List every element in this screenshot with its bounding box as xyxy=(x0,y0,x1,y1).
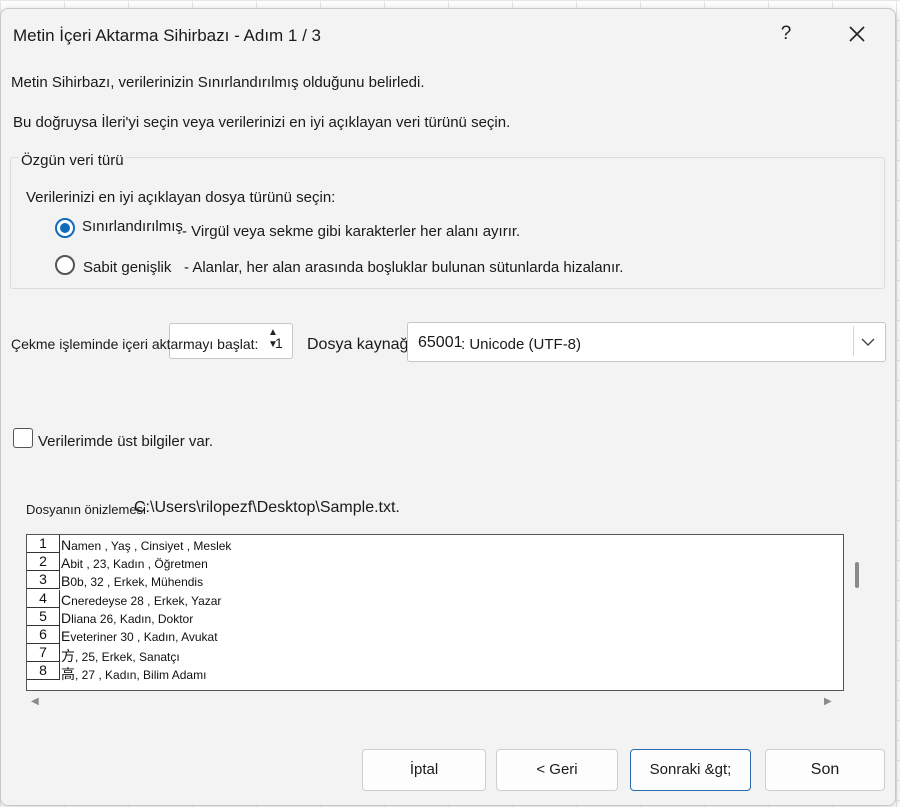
row-lead-char: E xyxy=(61,628,71,644)
scroll-left-icon[interactable]: ◀ xyxy=(31,696,39,707)
row-text: Namen , Yaş , Cinsiyet , Meslek xyxy=(61,537,231,553)
start-row-label: Çekme işleminde içeri aktarmayı başlat: xyxy=(11,336,259,352)
row-text: Eveteriner 30 , Kadın, Avukat xyxy=(61,628,218,644)
row-rest-text: , 27 , Kadın, Bilim Adamı xyxy=(75,668,207,683)
headers-checkbox[interactable] xyxy=(13,428,33,448)
row-lead-char: C xyxy=(61,591,72,608)
row-lead-char: A xyxy=(61,555,71,572)
row-number: 5 xyxy=(27,607,60,626)
row-rest-text: liana 26, Kadın, Doktor xyxy=(71,611,194,626)
file-type-prompt: Verilerinizi en iyi açıklayan dosya türü… xyxy=(26,189,336,206)
row-number: 7 xyxy=(27,644,60,663)
text-import-wizard-dialog: Metin İçeri Aktarma Sihirbazı - Adım 1 /… xyxy=(0,8,896,806)
intro-line-1: Metin Sihirbazı, verilerinizin Sınırland… xyxy=(11,74,425,91)
fixed-width-label[interactable]: Sabit genişlik xyxy=(83,259,171,276)
preview-row: 6 Eveteriner 30 , Kadın, Avukat xyxy=(27,626,843,644)
preview-row: 7 方, 25, Erkek, Sanatçı xyxy=(27,644,843,664)
intro-line-2: Bu doğruysa İleri'yi seçin veya verileri… xyxy=(13,114,511,131)
row-rest-text: 0b, 32 , Erkek, Mühendis xyxy=(70,575,204,590)
preview-row: 8 高, 27 , Kadın, Bilim Adamı xyxy=(27,662,843,682)
select-divider xyxy=(853,326,854,356)
dialog-title: Metin İçeri Aktarma Sihirbazı - Adım 1 /… xyxy=(13,26,322,45)
row-text: Abit , 23, Kadın , Öğretmen xyxy=(61,555,208,571)
close-icon xyxy=(849,26,865,42)
row-rest-text: veteriner 30 , Kadın, Avukat xyxy=(70,630,218,644)
row-text: Dliana 26, Kadın, Doktor xyxy=(61,610,193,626)
delimited-description: - Virgül veya sekme gibi karakterler her… xyxy=(182,223,521,240)
row-text: 高, 27 , Kadın, Bilim Adamı xyxy=(61,664,206,684)
row-number: 1 xyxy=(27,535,60,553)
row-number: 6 xyxy=(27,626,60,644)
row-lead-char: N xyxy=(61,537,72,553)
preview-row: 2 Abit , 23, Kadın , Öğretmen xyxy=(27,553,843,572)
row-rest-text: amen , Yaş , Cinsiyet , Meslek xyxy=(71,539,232,553)
row-number: 8 xyxy=(27,662,60,681)
row-rest-text: bit , 23, Kadın , Öğretmen xyxy=(70,557,208,572)
cancel-button[interactable]: İptal xyxy=(362,749,486,791)
title-bar: Metin İçeri Aktarma Sihirbazı - Adım 1 /… xyxy=(1,9,895,59)
scroll-right-icon[interactable]: ▶ xyxy=(824,696,832,707)
spin-up-icon[interactable]: ▲ xyxy=(263,327,283,339)
preview-row: 4 Cneredeyse 28 , Erkek, Yazar xyxy=(27,589,843,608)
row-text: Cneredeyse 28 , Erkek, Yazar xyxy=(61,592,221,608)
headers-checkbox-label[interactable]: Verilerimde üst bilgiler var. xyxy=(38,433,213,450)
file-origin-value: : Unicode (UTF-8) xyxy=(461,336,582,353)
finish-button[interactable]: Son xyxy=(765,749,885,791)
row-lead-char: 高 xyxy=(61,666,75,683)
preview-row: 3 B0b, 32 , Erkek, Mühendis xyxy=(27,571,843,590)
vertical-scrollbar-thumb[interactable] xyxy=(855,562,859,588)
row-number: 2 xyxy=(27,553,60,572)
group-legend: Özgün veri türü xyxy=(19,152,126,169)
row-lead-char: B xyxy=(61,573,71,590)
chevron-down-icon[interactable] xyxy=(859,333,877,351)
preview-file-path: C:\Users\rilopezf\Desktop\Sample.txt. xyxy=(134,499,400,516)
delimited-label[interactable]: Sınırlandırılmış xyxy=(82,218,183,235)
back-button[interactable]: < Geri xyxy=(496,749,618,791)
row-text: B0b, 32 , Erkek, Mühendis xyxy=(61,573,203,589)
close-button[interactable] xyxy=(839,19,875,49)
file-preview-pane[interactable]: 1 Namen , Yaş , Cinsiyet , Meslek 2 Abit , … xyxy=(26,534,844,691)
preview-row: 1 Namen , Yaş , Cinsiyet , Meslek xyxy=(27,535,843,553)
fixed-width-description: - Alanlar, her alan arasında boşluklar b… xyxy=(184,259,624,276)
row-rest-text: neredeyse 28 , Erkek, Yazar xyxy=(71,593,222,608)
next-button[interactable]: Sonraki &gt; xyxy=(630,749,751,791)
help-button[interactable]: ? xyxy=(771,19,801,49)
row-number: 3 xyxy=(27,571,60,590)
row-number: 4 xyxy=(27,589,60,608)
fixed-width-radio[interactable] xyxy=(55,255,75,275)
delimited-radio[interactable] xyxy=(55,218,75,238)
file-origin-code: 65001 xyxy=(418,334,463,351)
preview-label: Dosyanın önizlemesi xyxy=(26,502,146,517)
start-row-stepper[interactable]: ▲ ▼ xyxy=(263,327,283,355)
preview-row: 5 Dliana 26, Kadın, Doktor xyxy=(27,607,843,626)
spin-down-icon[interactable]: ▼ xyxy=(263,339,283,351)
row-lead-char: D xyxy=(61,609,72,626)
file-origin-label: Dosya kaynağı xyxy=(307,336,413,353)
